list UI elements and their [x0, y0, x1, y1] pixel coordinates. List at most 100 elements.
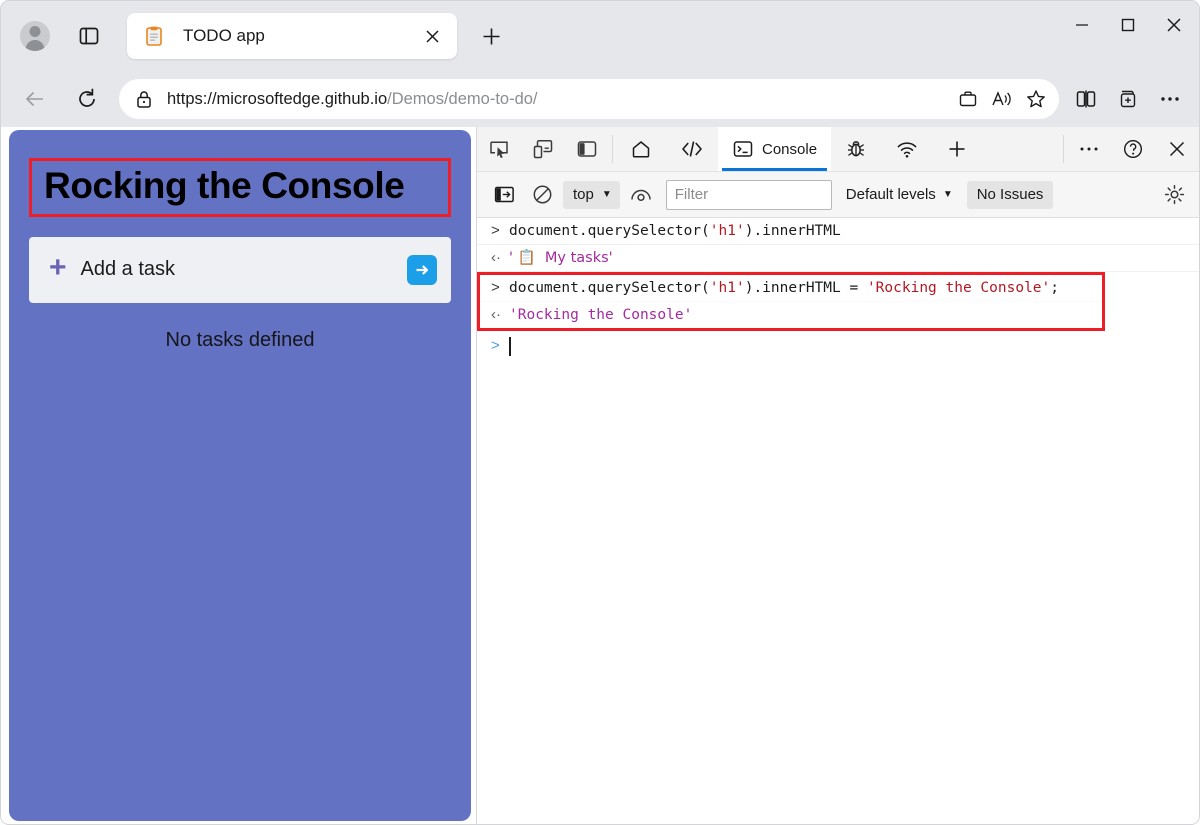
log-levels-dropdown[interactable]: Default levels ▼ [846, 186, 953, 203]
input-prompt-glyph: > [491, 279, 500, 296]
split-screen-button[interactable] [1065, 79, 1107, 119]
minimize-button[interactable] [1059, 5, 1105, 45]
code-segment: ).innerHTML [744, 223, 841, 239]
new-tab-button[interactable] [471, 16, 511, 56]
live-expression-eye-icon [631, 189, 651, 201]
add-to-collections-button[interactable] [1107, 79, 1149, 119]
maximize-button[interactable] [1105, 5, 1151, 45]
back-arrow-icon [25, 91, 43, 107]
empty-state-text: No tasks defined [165, 328, 315, 351]
console-output-row: ‹· ' 📋 My tasks' [477, 245, 1199, 272]
add-task-row[interactable]: + Add a task [29, 236, 451, 303]
tab-strip: TODO app [1, 1, 1199, 71]
chevron-down-icon: ▼ [942, 188, 953, 200]
devtools-more-options-button[interactable] [1067, 127, 1111, 171]
network-tab[interactable] [881, 127, 933, 171]
console-result-text: ' 📋 My tasks' [509, 250, 613, 266]
add-to-collections-icon [1120, 90, 1136, 108]
wifi-icon [897, 142, 917, 158]
refresh-button[interactable] [67, 79, 107, 119]
code-segment: document.querySelector( [509, 223, 710, 239]
close-icon [1167, 18, 1181, 32]
code-segment: ; [1050, 280, 1059, 296]
device-emulation-icon [533, 140, 553, 159]
console-filter-input[interactable]: Filter [665, 179, 832, 210]
close-window-button[interactable] [1151, 5, 1197, 45]
console-input-row: > document.querySelector('h1').innerHTML [477, 218, 1199, 245]
console-filter-bar: top ▼ Filter Default levels ▼ No Issues [477, 172, 1199, 218]
devtools-panel: Console top ▼ Filter Default levels ▼ No… [476, 127, 1199, 824]
console-output[interactable]: > document.querySelector('h1').innerHTML… [477, 218, 1199, 824]
inspect-element-button[interactable] [477, 127, 521, 171]
add-task-submit-button[interactable] [407, 254, 437, 285]
close-devtools-button[interactable] [1155, 127, 1199, 171]
browser-tab[interactable]: TODO app [127, 13, 457, 59]
tab-close-button[interactable] [419, 23, 445, 49]
debugger-tab[interactable] [831, 127, 881, 171]
browser-settings-button[interactable] [1149, 79, 1191, 119]
js-context-selector[interactable]: top ▼ [563, 180, 620, 209]
chevron-down-icon: ▼ [601, 188, 612, 200]
plus-icon [483, 28, 499, 44]
string-segment: 'Rocking the Console' [866, 280, 1051, 296]
tab-list-icon [79, 27, 99, 45]
dock-side-button[interactable] [565, 127, 609, 171]
code-segment: ).innerHTML = [744, 280, 867, 296]
console-terminal-icon [733, 141, 753, 157]
minimize-icon [1076, 24, 1088, 26]
console-input-text: document.querySelector('h1').innerHTML [509, 218, 841, 244]
inspect-element-icon [490, 141, 508, 158]
help-icon [1123, 139, 1143, 159]
split-screen-icon [1076, 90, 1096, 108]
url-text: https://microsoftedge.github.io/Demos/de… [167, 90, 951, 109]
console-filter-placeholder: Filter [674, 186, 709, 203]
devtools-tab-bar: Console [477, 127, 1199, 172]
tab-list-button[interactable] [69, 16, 109, 56]
console-output-row: ‹· 'Rocking the Console' [480, 302, 1102, 328]
welcome-home-tab[interactable] [616, 127, 666, 171]
collections-button[interactable] [951, 84, 985, 114]
address-bar[interactable]: https://microsoftedge.github.io/Demos/de… [119, 79, 1059, 119]
add-task-input[interactable]: Add a task [81, 258, 407, 281]
bug-icon [848, 141, 865, 157]
avatar-icon [20, 21, 50, 51]
toolbar-divider-right [1063, 135, 1064, 163]
todo-app: Rocking the Console + Add a task No task… [9, 130, 471, 821]
devtools-help-button[interactable] [1111, 127, 1155, 171]
content-area: Rocking the Console + Add a task No task… [1, 127, 1199, 824]
url-path: /Demos/demo-to-do/ [387, 89, 538, 108]
maximize-icon [1121, 18, 1135, 32]
console-prompt[interactable]: > [477, 331, 1199, 359]
home-icon [632, 141, 650, 158]
console-sidebar-icon [494, 186, 514, 203]
live-expression-button[interactable] [622, 178, 660, 212]
back-button[interactable] [15, 79, 55, 119]
clear-console-button[interactable] [523, 178, 561, 212]
console-result-text: 'Rocking the Console' [509, 307, 693, 323]
close-icon [425, 29, 439, 43]
ellipsis-icon [1161, 97, 1179, 101]
elements-tab[interactable] [666, 127, 718, 171]
read-aloud-button[interactable] [985, 84, 1019, 114]
profile-button[interactable] [15, 16, 55, 56]
console-input-text: document.querySelector('h1').innerHTML =… [509, 275, 1059, 301]
arrow-right-icon [416, 265, 429, 275]
output-return-glyph: ‹· [491, 306, 501, 323]
plus-icon [949, 141, 965, 157]
device-emulation-button[interactable] [521, 127, 565, 171]
issues-button[interactable]: No Issues [966, 180, 1054, 209]
clipboard-icon [143, 25, 165, 47]
more-tools-tab[interactable] [933, 127, 981, 171]
refresh-icon [79, 88, 95, 107]
log-levels-label: Default levels [845, 186, 936, 203]
clear-console-icon [533, 185, 551, 204]
console-input-row: > document.querySelector('h1').innerHTML… [480, 275, 1102, 302]
favorite-button[interactable] [1019, 84, 1053, 114]
console-tab[interactable]: Console [718, 127, 832, 171]
console-sidebar-toggle-button[interactable] [485, 178, 523, 212]
dock-side-icon [577, 141, 597, 157]
console-settings-button[interactable] [1155, 178, 1193, 212]
close-devtools-icon [1169, 141, 1185, 157]
code-segment: document.querySelector( [509, 280, 710, 296]
